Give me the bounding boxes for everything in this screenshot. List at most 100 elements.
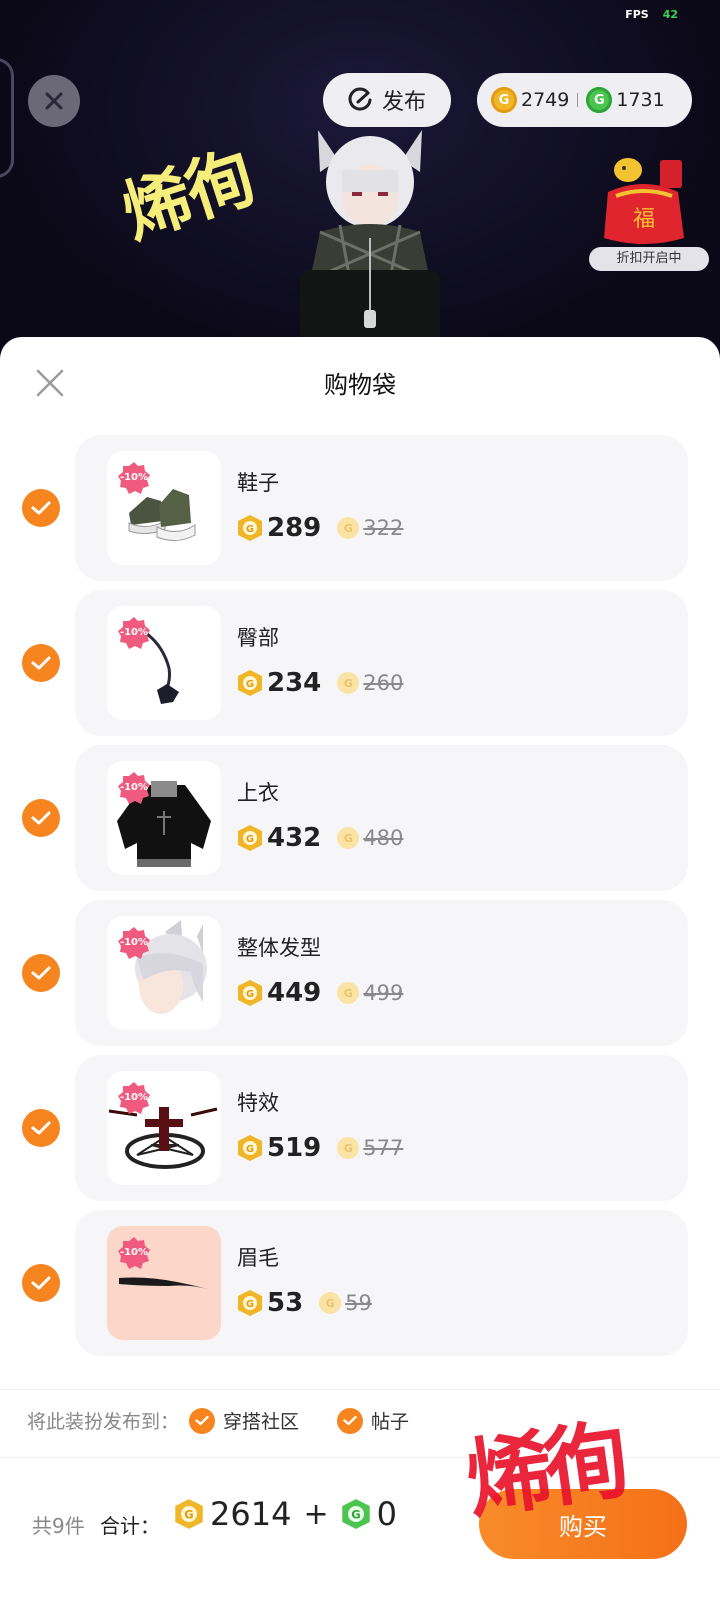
green-balance: 1731 (616, 89, 665, 111)
gold-coin-icon: G (238, 515, 262, 541)
faded-coin-icon: G (337, 982, 360, 1004)
item-card[interactable]: -10% 眉毛 G 53 G 59 (75, 1210, 688, 1356)
option-label: 帖子 (371, 1411, 410, 1433)
item-checkbox[interactable] (22, 954, 60, 992)
item-price-row: G 449 G 499 (237, 978, 403, 1008)
item-name: 臀部 (237, 626, 279, 650)
gold-coin-icon: G (238, 980, 262, 1006)
check-icon (31, 966, 51, 980)
item-card[interactable]: -10% 鞋子 G 289 G 322 (75, 435, 688, 581)
item-price: 432 (267, 823, 322, 853)
fps-value: 42 (662, 8, 678, 21)
gold-coin-icon: G (238, 825, 262, 851)
item-name: 上衣 (237, 781, 279, 805)
total-amount: G 2614 + G 0 (174, 1495, 397, 1533)
bag-item-eyebrows[interactable]: -10% 眉毛 G 53 G 59 (0, 1210, 720, 1356)
gold-coin-icon: G (491, 87, 517, 113)
bag-item-effect[interactable]: -10% 特效 G 519 G 577 (0, 1055, 720, 1201)
option-outfit-community[interactable]: 穿搭社区 (189, 1407, 299, 1434)
green-coin-icon: G (341, 1499, 370, 1529)
lucky-bag-icon[interactable]: 福 (598, 152, 690, 252)
divider (0, 1389, 720, 1390)
discount-status-tag[interactable]: 折扣开启中 (589, 247, 709, 271)
close-icon (45, 92, 63, 110)
faded-coin-icon: G (337, 517, 360, 539)
close-button[interactable] (28, 75, 80, 127)
side-frame (0, 58, 14, 178)
item-checkbox[interactable] (22, 644, 60, 682)
bag-item-top[interactable]: -10% 上衣 G 432 G 480 (0, 745, 720, 891)
bag-item-hip[interactable]: -10% 臀部 G 234 G 260 (0, 590, 720, 736)
publish-icon (348, 87, 372, 111)
option-post[interactable]: 帖子 (337, 1407, 409, 1434)
check-icon (31, 1121, 51, 1135)
publish-button[interactable]: 发布 (323, 73, 451, 127)
item-name: 眉毛 (237, 1246, 279, 1270)
option-label: 穿搭社区 (223, 1411, 300, 1433)
fps-counter: FPS 42 (625, 8, 678, 21)
bag-item-hairstyle[interactable]: -10% 整体发型 G 449 G 499 (0, 900, 720, 1046)
item-thumbnail: -10% (107, 916, 221, 1030)
bag-item-shoes[interactable]: -10% 鞋子 G 289 G 322 (0, 435, 720, 581)
item-card[interactable]: -10% 整体发型 G 449 G 499 (75, 900, 688, 1046)
item-price-row: G 53 G 59 (237, 1288, 372, 1318)
item-price: 53 (267, 1288, 304, 1318)
item-card[interactable]: -10% 特效 G 519 G 577 (75, 1055, 688, 1201)
check-icon (31, 501, 51, 515)
total-label: 合计： (100, 1514, 160, 1538)
publish-to-label: 将此装扮发布到： (27, 1411, 180, 1433)
watermark-bottom: 烯徇 (459, 1409, 629, 1532)
gold-coin-icon: G (238, 1290, 262, 1316)
svg-text:G: G (246, 1144, 254, 1155)
item-thumbnail: -10% (107, 761, 221, 875)
plus-sign: + (303, 1496, 329, 1532)
svg-text:G: G (246, 989, 254, 1000)
svg-text:G: G (246, 1299, 254, 1310)
item-thumbnail: -10% (107, 1226, 221, 1340)
item-old-price: 577 (363, 1136, 404, 1160)
check-icon (343, 1415, 357, 1426)
gold-balance: 2749 (521, 89, 570, 111)
item-checkbox[interactable] (22, 799, 60, 837)
item-checkbox[interactable] (22, 1109, 60, 1147)
item-old-price: 499 (363, 981, 404, 1005)
gold-total: 2614 (210, 1495, 292, 1533)
option-checkbox[interactable] (337, 1407, 364, 1434)
item-old-price: 260 (363, 671, 404, 695)
svg-text:G: G (246, 679, 254, 690)
item-price: 234 (267, 668, 322, 698)
faded-coin-icon: G (337, 1137, 360, 1159)
svg-text:G: G (184, 1508, 193, 1522)
item-old-price: 59 (345, 1291, 372, 1315)
discount-badge-label: -10% (119, 1092, 149, 1103)
discount-badge: -10% (117, 461, 151, 495)
item-checkbox[interactable] (22, 489, 60, 527)
svg-text:G: G (246, 834, 254, 845)
item-price-row: G 289 G 322 (237, 513, 403, 543)
discount-badge-label: -10% (119, 627, 149, 638)
green-total: 0 (376, 1495, 397, 1533)
check-icon (195, 1415, 209, 1426)
item-price: 289 (267, 513, 322, 543)
avatar-scene: FPS 42 发布 G 2749 G 1731 福 折扣开启中 烯徇 (0, 0, 720, 360)
item-checkbox[interactable] (22, 1264, 60, 1302)
discount-badge-label: -10% (119, 1247, 149, 1258)
item-thumbnail: -10% (107, 451, 221, 565)
balance-pill[interactable]: G 2749 G 1731 (477, 73, 692, 127)
discount-badge: -10% (117, 1236, 151, 1270)
publish-to-row: 将此装扮发布到： 穿搭社区 帖子 (27, 1407, 409, 1434)
svg-text:G: G (246, 524, 254, 535)
item-price-row: G 519 G 577 (237, 1133, 403, 1163)
check-icon (31, 656, 51, 670)
sheet-title: 购物袋 (324, 371, 396, 399)
option-checkbox[interactable] (189, 1407, 216, 1434)
item-count: 共9件 (32, 1514, 85, 1538)
gold-coin-icon: G (175, 1499, 203, 1529)
balance-divider (577, 93, 579, 107)
svg-text:福: 福 (633, 207, 655, 232)
discount-badge: -10% (117, 616, 151, 650)
item-card[interactable]: -10% 臀部 G 234 G 260 (75, 590, 688, 736)
item-card[interactable]: -10% 上衣 G 432 G 480 (75, 745, 688, 891)
item-thumbnail: -10% (107, 606, 221, 720)
item-old-price: 322 (363, 516, 404, 540)
